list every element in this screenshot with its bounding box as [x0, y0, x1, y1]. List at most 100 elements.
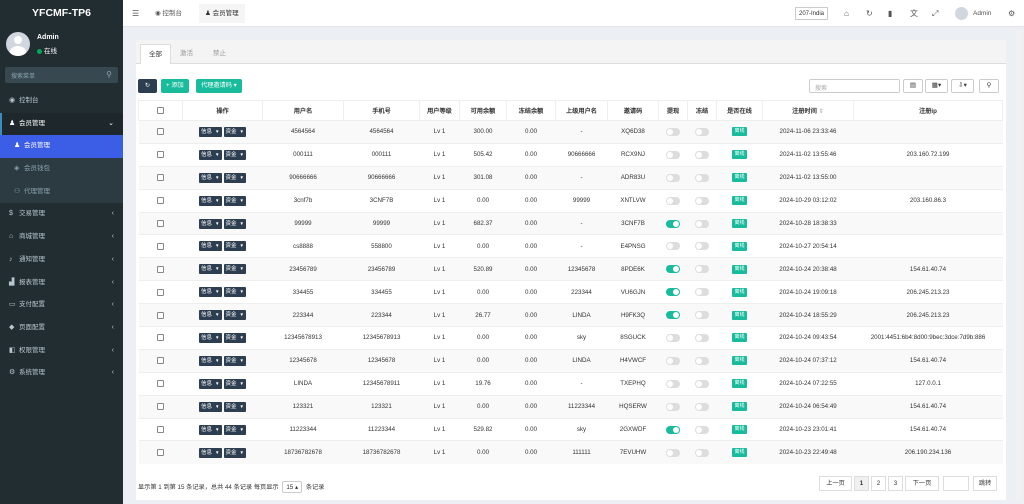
fund-dropdown-button[interactable]: 资金 ▼ [223, 241, 246, 252]
invite-code-button[interactable]: 代理邀请码 ▾ [196, 79, 242, 93]
row-checkbox[interactable] [157, 174, 164, 182]
info-dropdown-button[interactable]: 信息 ▼ [199, 355, 222, 366]
row-checkbox[interactable] [157, 380, 164, 388]
fund-dropdown-button[interactable]: 资金 ▼ [223, 172, 246, 183]
sidebar-item-1[interactable]: ♟ 会员管理 ⌄ [0, 112, 123, 136]
freeze-toggle[interactable] [695, 379, 709, 388]
info-dropdown-button[interactable]: 信息 ▼ [199, 424, 222, 435]
header-invite-code[interactable]: 邀请码 [607, 100, 659, 121]
withdraw-toggle[interactable] [666, 127, 680, 136]
withdraw-toggle[interactable] [666, 448, 680, 457]
freeze-toggle[interactable] [695, 356, 709, 365]
fund-dropdown-button[interactable]: 资金 ▼ [223, 355, 246, 366]
page-2-button[interactable]: 2 [871, 476, 886, 491]
sidebar-item-3[interactable]: ◈ 会员钱包 [0, 158, 123, 181]
fund-dropdown-button[interactable]: 资金 ▼ [223, 424, 246, 435]
sidebar-item-10[interactable]: ◆ 页面配置 ‹ [0, 317, 123, 340]
fund-dropdown-button[interactable]: 资金 ▼ [223, 195, 246, 206]
info-dropdown-button[interactable]: 信息 ▼ [199, 126, 222, 137]
row-checkbox[interactable] [157, 151, 164, 159]
tab-active[interactable]: 激活 [172, 44, 201, 64]
refresh-button[interactable]: ↻ [138, 79, 157, 93]
admin-avatar[interactable] [955, 7, 968, 20]
brand-logo[interactable]: YFCMF-TP6 [0, 0, 123, 27]
freeze-toggle[interactable] [695, 333, 709, 342]
page-1-button[interactable]: 1 [854, 476, 869, 491]
next-page-button[interactable]: 下一页 [905, 476, 939, 491]
table-search-input[interactable]: 搜索 [809, 79, 900, 93]
trash-icon[interactable]: ▮ [888, 0, 892, 27]
freeze-toggle[interactable] [695, 265, 709, 274]
language-selector[interactable]: 207-India [795, 7, 829, 20]
row-select[interactable] [138, 188, 183, 213]
fund-dropdown-button[interactable]: 资金 ▼ [223, 332, 246, 343]
row-select[interactable] [138, 394, 183, 419]
row-select[interactable] [138, 326, 183, 350]
translate-icon[interactable]: 文 [910, 0, 918, 27]
header-register-ip[interactable]: 注册ip [853, 100, 1003, 121]
withdraw-toggle[interactable] [666, 356, 680, 365]
fund-dropdown-button[interactable]: 资金 ▼ [223, 287, 246, 298]
sidebar-item-12[interactable]: ⚙ 系统管理 ‹ [0, 362, 123, 385]
withdraw-toggle[interactable] [666, 379, 680, 388]
tab-all[interactable]: 全部 [140, 44, 171, 64]
fund-dropdown-button[interactable]: 资金 ▼ [223, 264, 246, 275]
withdraw-toggle[interactable] [666, 242, 680, 251]
freeze-toggle[interactable] [695, 173, 709, 182]
info-dropdown-button[interactable]: 信息 ▼ [199, 378, 222, 389]
row-checkbox[interactable] [157, 219, 164, 227]
topbar-dashboard-tab[interactable]: ◉ 控制台 [155, 0, 182, 27]
fund-dropdown-button[interactable]: 资金 ▼ [223, 126, 246, 137]
info-dropdown-button[interactable]: 信息 ▼ [199, 332, 222, 343]
toggle-view-button[interactable]: ▤ [903, 79, 923, 93]
prev-page-button[interactable]: 上一页 [819, 476, 852, 491]
row-select[interactable] [138, 303, 183, 327]
header-frozen[interactable]: 冻结余额 [506, 100, 556, 121]
info-dropdown-button[interactable]: 信息 ▼ [199, 264, 222, 275]
row-checkbox[interactable] [157, 288, 164, 296]
sidebar-item-5[interactable]: $ 交易管理 ‹ [0, 203, 123, 226]
withdraw-toggle[interactable] [666, 333, 680, 342]
row-select[interactable] [138, 165, 183, 190]
header-level[interactable]: 用户等级 [419, 100, 460, 121]
row-checkbox[interactable] [157, 197, 164, 205]
freeze-toggle[interactable] [695, 242, 709, 251]
sidebar-item-0[interactable]: ◉ 控制台 [0, 90, 123, 113]
withdraw-toggle[interactable] [666, 219, 680, 228]
add-button[interactable]: + 添加 [161, 79, 189, 93]
row-checkbox[interactable] [157, 357, 164, 365]
row-select[interactable] [138, 440, 183, 464]
header-username[interactable]: 用户名 [262, 100, 344, 121]
info-dropdown-button[interactable]: 信息 ▼ [199, 218, 222, 229]
freeze-toggle[interactable] [695, 311, 709, 320]
info-dropdown-button[interactable]: 信息 ▼ [199, 149, 222, 160]
row-select[interactable] [138, 348, 183, 373]
withdraw-toggle[interactable] [666, 196, 680, 205]
row-checkbox[interactable] [157, 334, 164, 342]
freeze-toggle[interactable] [695, 150, 709, 159]
fund-dropdown-button[interactable]: 资金 ▼ [223, 401, 246, 412]
row-checkbox[interactable] [157, 128, 164, 136]
row-checkbox[interactable] [157, 242, 164, 250]
row-checkbox[interactable] [157, 265, 164, 273]
sidebar-item-9[interactable]: ▭ 支付配置 ‹ [0, 294, 123, 317]
row-checkbox[interactable] [157, 425, 164, 433]
sidebar-item-6[interactable]: ⌂ 商城管理 ‹ [0, 226, 123, 249]
header-withdraw[interactable]: 提现 [658, 100, 688, 121]
row-select[interactable] [138, 142, 183, 167]
sidebar-search-input[interactable]: 搜索菜单 ⚲ [5, 67, 118, 83]
withdraw-toggle[interactable] [666, 425, 680, 434]
sidebar-item-2[interactable]: ♟ 会员管理 [0, 135, 123, 159]
header-select-all[interactable] [138, 100, 183, 121]
freeze-toggle[interactable] [695, 425, 709, 434]
topbar-current-tab[interactable]: ♟ 会员管理 [199, 4, 245, 23]
info-dropdown-button[interactable]: 信息 ▼ [199, 172, 222, 183]
header-phone[interactable]: 手机号 [343, 100, 420, 121]
header-online[interactable]: 是否在线 [716, 100, 763, 121]
info-dropdown-button[interactable]: 信息 ▼ [199, 287, 222, 298]
freeze-toggle[interactable] [695, 448, 709, 457]
sidebar-item-4[interactable]: ⚇ 代理管理 [0, 180, 123, 204]
info-dropdown-button[interactable]: 信息 ▼ [199, 401, 222, 412]
row-select[interactable] [138, 257, 183, 281]
search-icon[interactable]: ⚲ [106, 70, 112, 79]
